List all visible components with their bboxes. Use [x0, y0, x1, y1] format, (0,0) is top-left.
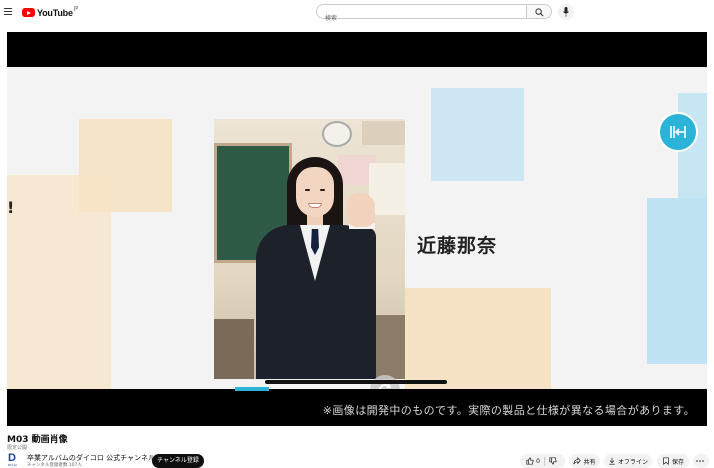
more-button[interactable] [693, 454, 709, 468]
collapse-button[interactable] [658, 112, 698, 152]
visibility-label: 限定公開 [7, 445, 28, 451]
offline-button[interactable]: オフライン [604, 454, 652, 468]
menu-icon[interactable] [4, 8, 12, 15]
bookmark-icon [663, 457, 669, 465]
youtube-logo[interactable]: YouTube JP [22, 6, 78, 19]
video-frame[interactable]: ! 近藤那奈 [7, 67, 707, 389]
voice-search-button[interactable] [558, 4, 574, 20]
search-button[interactable] [527, 4, 552, 19]
decor-square [79, 119, 172, 212]
save-label: 保存 [671, 458, 684, 466]
home-indicator [265, 380, 447, 384]
decor-square [431, 88, 524, 181]
progress-indicator [235, 387, 269, 391]
share-button[interactable]: 共有 [569, 454, 600, 468]
microphone-icon [563, 7, 569, 17]
channel-logo-sub: DIY-ko [8, 463, 18, 467]
save-button[interactable]: 保存 [657, 454, 689, 468]
thumbs-up-icon[interactable] [526, 457, 534, 465]
decor-square [647, 198, 707, 364]
student-portrait [214, 119, 405, 379]
like-count: 0 [536, 457, 540, 465]
student-name: 近藤那奈 [417, 235, 498, 257]
logo-region: JP [73, 6, 79, 12]
decor-square [405, 288, 551, 389]
youtube-play-icon [22, 8, 35, 17]
like-dislike-group: 0 [520, 454, 565, 468]
thumbs-down-icon[interactable] [549, 457, 557, 465]
top-bar: YouTube JP [0, 0, 714, 26]
partial-text: ! [7, 198, 15, 217]
search-icon [535, 8, 544, 17]
share-icon [573, 457, 582, 465]
subscribe-button[interactable]: チャンネル登録 [152, 454, 204, 468]
collapse-arrow-icon [670, 126, 686, 138]
subscriber-count: チャンネル登録者数 107人 [27, 463, 82, 468]
more-horizontal-icon [696, 460, 704, 462]
search-box [316, 4, 527, 23]
share-label: 共有 [583, 458, 596, 466]
channel-avatar[interactable]: D DIY-ko [8, 453, 22, 467]
video-player[interactable]: ! 近藤那奈 ※画像は開発中のものです。実際の製品と仕様が異なる場合があります。 [7, 32, 707, 426]
download-icon [609, 457, 615, 465]
offline-label: オフライン [617, 458, 648, 466]
logo-text: YouTube [37, 7, 73, 18]
disclaimer-text: ※画像は開発中のものです。実際の製品と仕様が異なる場合があります。 [322, 404, 695, 417]
divider [543, 456, 545, 466]
search-input[interactable] [323, 14, 517, 23]
